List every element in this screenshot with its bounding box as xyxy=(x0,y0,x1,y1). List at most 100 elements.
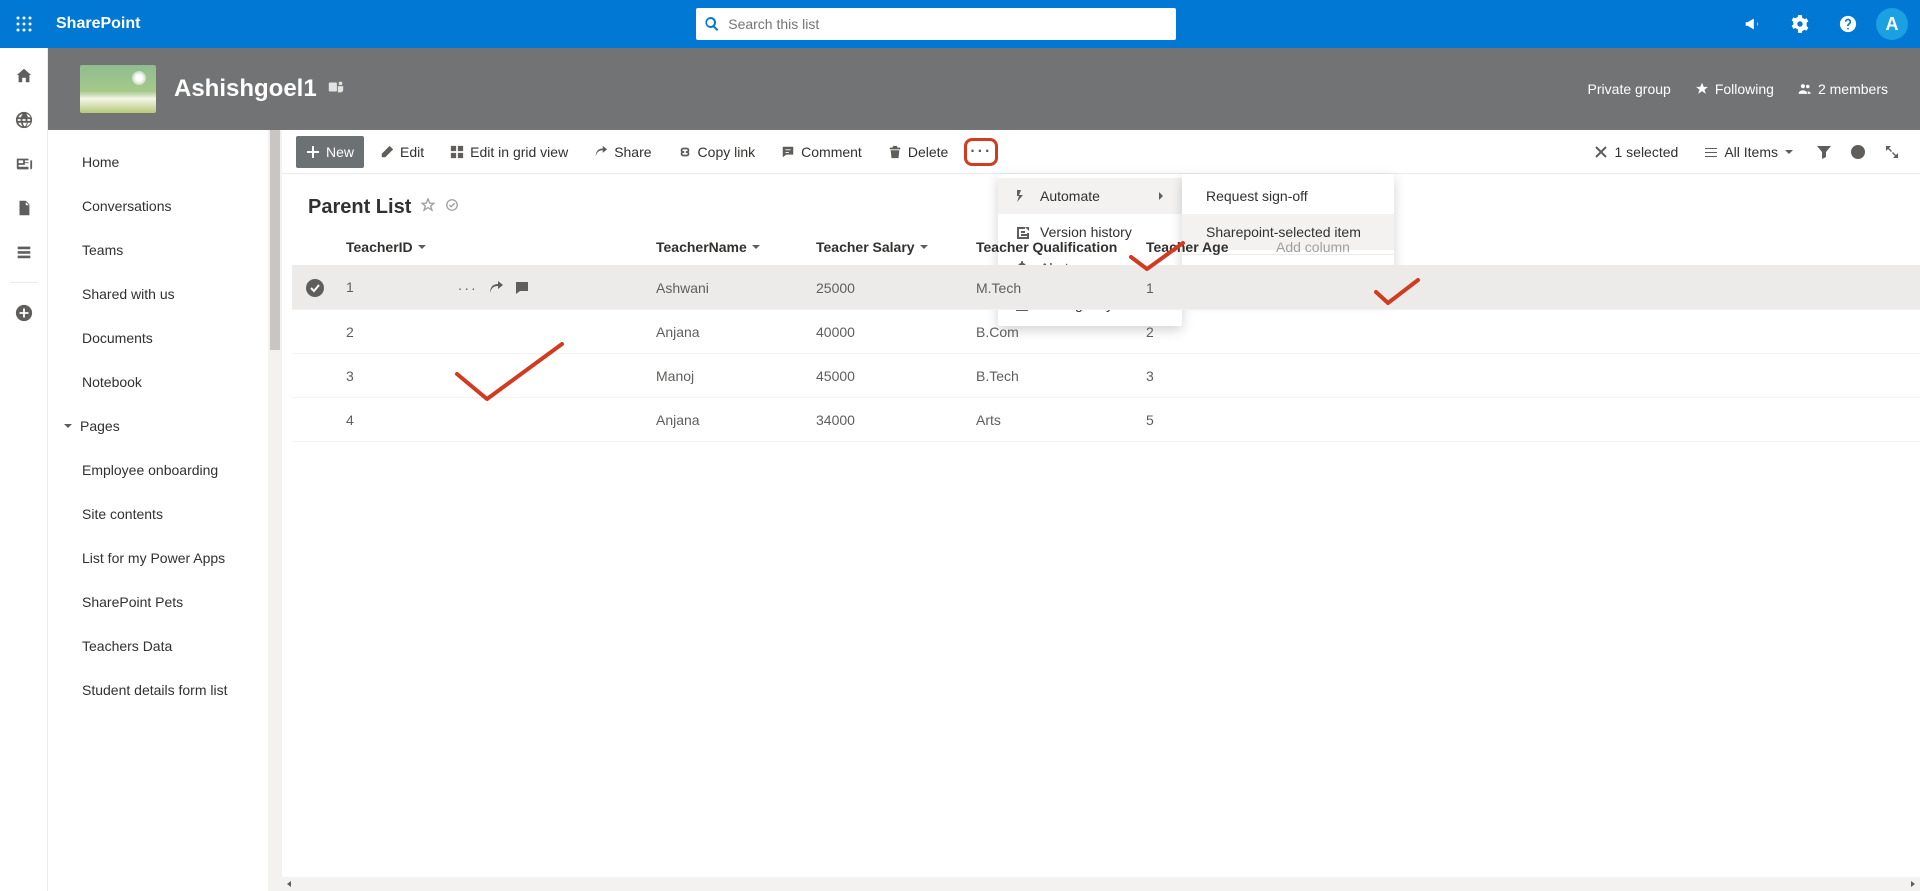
row-selected-icon[interactable] xyxy=(306,279,324,297)
help-icon xyxy=(1839,15,1857,33)
search-box[interactable] xyxy=(696,8,1176,40)
nav-item-sharepoint-pets[interactable]: SharePoint Pets xyxy=(48,580,268,624)
cell-name: Anjana xyxy=(642,398,802,442)
nav-item-home[interactable]: Home xyxy=(48,140,268,184)
app-launcher-button[interactable] xyxy=(0,0,48,48)
menu-item-automate[interactable]: Automate xyxy=(998,178,1182,214)
nav-item-documents[interactable]: Documents xyxy=(48,316,268,360)
submenu-item-request-signoff[interactable]: Request sign-off xyxy=(1182,178,1394,214)
rail-globe-button[interactable] xyxy=(0,100,48,140)
news-icon xyxy=(15,155,33,173)
rail-news-button[interactable] xyxy=(0,144,48,184)
cell-teacherid: 3 xyxy=(332,354,642,398)
cell-salary: 45000 xyxy=(802,354,962,398)
cell-qual: B.Tech xyxy=(962,354,1132,398)
site-title[interactable]: Ashishgoel1 xyxy=(174,75,317,103)
site-logo[interactable] xyxy=(80,65,156,113)
members-link[interactable]: 2 members xyxy=(1798,81,1888,97)
pencil-icon xyxy=(380,145,394,159)
edit-grid-button[interactable]: Edit in grid view xyxy=(440,136,578,168)
col-teachername[interactable]: TeacherName xyxy=(642,229,802,266)
more-actions-button[interactable]: ··· xyxy=(964,138,998,166)
share-icon xyxy=(594,145,608,159)
nav-item-pages[interactable]: Pages xyxy=(48,404,268,448)
search-input[interactable] xyxy=(728,16,1168,32)
following-toggle[interactable]: Following xyxy=(1695,81,1774,97)
share-icon[interactable] xyxy=(488,280,504,296)
megaphone-button[interactable] xyxy=(1732,0,1772,48)
clear-selection-button[interactable]: 1 selected xyxy=(1584,136,1688,168)
delete-button[interactable]: Delete xyxy=(878,136,958,168)
info-button[interactable] xyxy=(1844,136,1872,168)
chevron-down-icon xyxy=(919,242,929,252)
favorite-toggle[interactable] xyxy=(421,198,435,217)
gear-icon xyxy=(1791,15,1809,33)
edit-button[interactable]: Edit xyxy=(370,136,434,168)
rail-lists-button[interactable] xyxy=(0,232,48,272)
brand-label[interactable]: SharePoint xyxy=(56,15,140,33)
cell-teacherid: 1 xyxy=(346,279,354,295)
col-age[interactable]: Teacher Age xyxy=(1132,229,1262,266)
nav-item-teams[interactable]: Teams xyxy=(48,228,268,272)
nav-item-student-details[interactable]: Student details form list xyxy=(48,668,268,712)
rail-home-button[interactable] xyxy=(0,56,48,96)
rail-create-button[interactable] xyxy=(0,293,48,333)
col-qualification[interactable]: Teacher Qualification xyxy=(962,229,1132,266)
cell-teacherid: 2 xyxy=(332,310,642,354)
cell-qual: M.Tech xyxy=(962,266,1132,310)
cell-age: 1 xyxy=(1132,266,1262,310)
chevron-right-icon xyxy=(1156,191,1166,201)
table-row[interactable]: 2 Anjana 40000 B.Com 2 xyxy=(292,310,1920,354)
flow-icon xyxy=(1014,188,1030,204)
filter-button[interactable] xyxy=(1810,136,1838,168)
new-button[interactable]: New xyxy=(296,136,364,168)
nav-item-employee-onboarding[interactable]: Employee onboarding xyxy=(48,448,268,492)
table-row[interactable]: 3 Manoj 45000 B.Tech 3 xyxy=(292,354,1920,398)
nav-item-list-powerapps[interactable]: List for my Power Apps xyxy=(48,536,268,580)
horizontal-scrollbar[interactable] xyxy=(282,877,1920,891)
settings-button[interactable] xyxy=(1780,0,1820,48)
filter-icon xyxy=(1816,144,1832,160)
lines-icon xyxy=(1704,145,1718,159)
globe-icon xyxy=(15,111,33,129)
nav-item-shared[interactable]: Shared with us xyxy=(48,272,268,316)
people-icon xyxy=(1798,82,1812,96)
help-button[interactable] xyxy=(1828,0,1868,48)
cell-age: 3 xyxy=(1132,354,1262,398)
copy-link-button[interactable]: Copy link xyxy=(668,136,766,168)
cell-name: Anjana xyxy=(642,310,802,354)
view-switcher[interactable]: All Items xyxy=(1694,136,1804,168)
megaphone-icon xyxy=(1743,15,1761,33)
col-add[interactable]: Add column xyxy=(1262,229,1920,266)
cell-name: Ashwani xyxy=(642,266,802,310)
search-icon xyxy=(704,16,720,32)
list-icon xyxy=(15,243,33,261)
table-row[interactable]: 4 Anjana 34000 Arts 5 xyxy=(292,398,1920,442)
link-icon xyxy=(678,145,692,159)
nav-item-notebook[interactable]: Notebook xyxy=(48,360,268,404)
row-more-button[interactable]: ··· xyxy=(458,280,478,296)
rail-files-button[interactable] xyxy=(0,188,48,228)
chevron-down-icon xyxy=(417,242,427,252)
share-button[interactable]: Share xyxy=(584,136,661,168)
teams-icon[interactable] xyxy=(327,78,345,101)
grid-icon xyxy=(450,145,464,159)
nav-item-site-contents[interactable]: Site contents xyxy=(48,492,268,536)
nav-item-conversations[interactable]: Conversations xyxy=(48,184,268,228)
nav-item-teachers-data[interactable]: Teachers Data xyxy=(48,624,268,668)
avatar[interactable]: A xyxy=(1876,8,1908,40)
list-title: Parent List xyxy=(308,196,411,219)
chevron-down-icon xyxy=(62,420,74,432)
command-bar: New Edit Edit in grid view Share xyxy=(282,130,1920,174)
left-nav-scrollbar[interactable] xyxy=(268,130,282,891)
chevron-down-icon xyxy=(1784,147,1794,157)
suite-header: SharePoint A xyxy=(0,0,1920,48)
expand-button[interactable] xyxy=(1878,136,1906,168)
cell-age: 2 xyxy=(1132,310,1262,354)
app-rail xyxy=(0,48,48,891)
table-row[interactable]: 1 ··· Ashwani 25000 M.Tech xyxy=(292,266,1920,310)
comment-icon[interactable] xyxy=(514,280,530,296)
col-salary[interactable]: Teacher Salary xyxy=(802,229,962,266)
comment-button[interactable]: Comment xyxy=(771,136,872,168)
col-teacherid[interactable]: TeacherID xyxy=(332,229,642,266)
